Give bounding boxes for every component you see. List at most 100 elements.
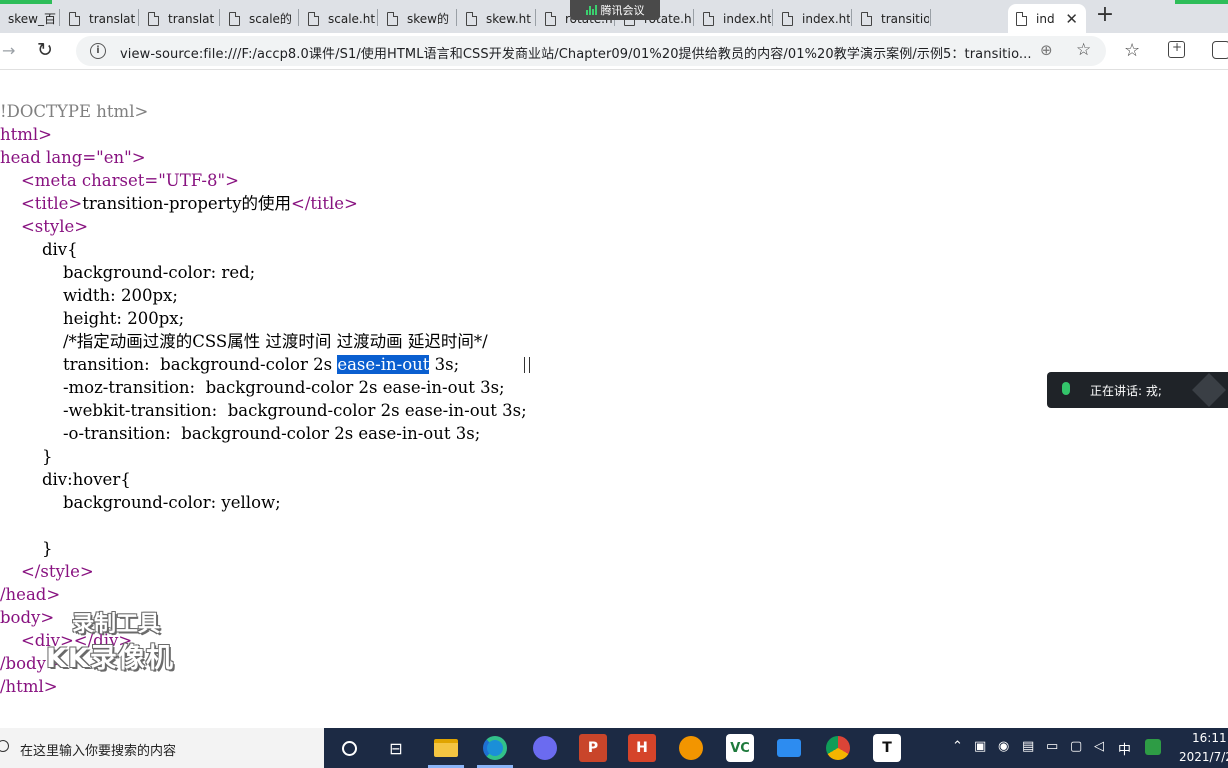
- source-text: div:hover{: [0, 470, 131, 489]
- vc-icon[interactable]: VC: [726, 734, 754, 762]
- tab-transition[interactable]: transitio: [853, 4, 929, 33]
- profile-icon[interactable]: [1212, 41, 1228, 59]
- source-text: height: 200px;: [0, 309, 185, 328]
- tab-skew-html[interactable]: skew.ht: [458, 4, 534, 33]
- tray-app-icon[interactable]: ▤: [1022, 739, 1034, 754]
- close-icon[interactable]: ✕: [1065, 10, 1078, 28]
- tab-separator: [298, 9, 299, 26]
- source-line: height: 200px;: [0, 307, 184, 330]
- page-icon: [308, 11, 319, 26]
- add-favorite-icon[interactable]: ☆: [1076, 40, 1091, 60]
- app-icon[interactable]: [775, 734, 803, 762]
- tab-skew-baidu[interactable]: skew_百: [0, 4, 58, 33]
- task-view-icon[interactable]: ⊟: [382, 734, 410, 762]
- tab-translate-1[interactable]: translat: [61, 4, 137, 33]
- collections-icon[interactable]: [1168, 40, 1185, 58]
- new-tab-button[interactable]: +: [1094, 4, 1116, 28]
- microphone-icon: [1062, 382, 1070, 395]
- source-tag: </style>: [20, 562, 94, 581]
- source-text: /html>: [0, 677, 58, 696]
- tab-label: scale.ht: [328, 11, 376, 26]
- search-icon: [0, 740, 9, 752]
- powerpoint-icon[interactable]: P: [579, 734, 607, 762]
- reload-icon[interactable]: ↻: [37, 39, 53, 61]
- taskbar-search[interactable]: 在这里输入你要搜索的内容: [0, 728, 324, 768]
- source-text: -moz-transition: background-color 2s eas…: [0, 378, 505, 397]
- chevron-up-icon[interactable]: ⌃: [952, 739, 963, 754]
- tray-app-icon[interactable]: [1145, 739, 1161, 755]
- source-text: }: [0, 539, 53, 558]
- source-line: body>: [0, 606, 54, 629]
- meeting-label: 腾讯会议: [600, 4, 645, 17]
- source-text: head lang="en">: [0, 148, 146, 167]
- clock-date[interactable]: 2021/7/2: [1179, 750, 1228, 764]
- zoom-icon[interactable]: ⊕: [1040, 41, 1053, 59]
- page-icon: [148, 11, 159, 26]
- audio-level-icon: [585, 5, 597, 15]
- volume-icon[interactable]: ◁: [1094, 739, 1104, 754]
- kk-recorder-icon[interactable]: [677, 734, 705, 762]
- selected-text[interactable]: ease-in-out: [337, 355, 430, 374]
- source-line: /*指定动画过渡的CSS属性 过渡时间 过渡动画 延迟时间*/: [0, 330, 488, 353]
- favorites-icon[interactable]: ☆: [1124, 40, 1140, 61]
- source-line: -o-transition: background-color 2s ease-…: [0, 422, 480, 445]
- tray-app-icon[interactable]: ◉: [998, 739, 1009, 754]
- tab-separator: [693, 9, 694, 26]
- tab-separator: [377, 9, 378, 26]
- typora-icon[interactable]: T: [873, 734, 901, 762]
- page-icon: [861, 11, 872, 26]
- source-text: width: 200px;: [0, 286, 178, 305]
- tab-separator: [59, 9, 60, 26]
- tab-label: index.ht: [802, 11, 850, 26]
- source-line: head lang="en">: [0, 146, 146, 169]
- source-line: html>: [0, 123, 52, 146]
- tab-translate-2[interactable]: translat: [140, 4, 218, 33]
- tab-index-2[interactable]: index.ht: [774, 4, 850, 33]
- back-arrow-icon[interactable]: →: [2, 41, 15, 60]
- source-text: 3s;: [429, 355, 460, 374]
- page-icon: [387, 11, 398, 26]
- source-text: /head>: [0, 585, 61, 604]
- address-bar[interactable]: i view-source:file:///F:/accp8.0课件/S1/使用…: [76, 36, 1106, 66]
- tab-skew-doc[interactable]: skew的: [379, 4, 455, 33]
- source-line: </style>: [0, 560, 94, 583]
- source-line: }: [0, 445, 53, 468]
- cortana-icon[interactable]: [335, 734, 363, 762]
- source-text: !DOCTYPE html>: [0, 102, 149, 121]
- text-cursor-icon: [524, 357, 530, 373]
- network-icon[interactable]: ▢: [1070, 739, 1082, 754]
- edge-icon[interactable]: [481, 734, 509, 762]
- tray-app-icon[interactable]: ▭: [1046, 739, 1058, 754]
- source-text: html>: [0, 125, 53, 144]
- tab-separator: [930, 9, 931, 26]
- source-line: <meta charset="UTF-8">: [0, 169, 239, 192]
- tab-separator: [138, 9, 139, 26]
- input-method-indicator[interactable]: 中: [1118, 739, 1131, 758]
- indicator-strip: [1175, 0, 1228, 4]
- source-text: div{: [0, 240, 78, 259]
- tray-app-icon[interactable]: ▣: [974, 739, 986, 754]
- page-icon: [1016, 11, 1027, 26]
- tab-index-active[interactable]: ind ✕: [1008, 4, 1086, 33]
- app-icon[interactable]: [531, 734, 559, 762]
- url-text[interactable]: view-source:file:///F:/accp8.0课件/S1/使用HT…: [120, 43, 1032, 62]
- source-text: /*指定动画过渡的CSS属性 过渡时间 过渡动画 延迟时间*/: [0, 332, 488, 351]
- taskbar: 在这里输入你要搜索的内容 ⊟ P H VC T ⌃ ▣ ◉ ▤ ▭ ▢ ◁ 中 …: [0, 728, 1228, 768]
- chrome-icon[interactable]: [824, 734, 852, 762]
- source-text: [0, 217, 21, 236]
- tab-separator: [772, 9, 773, 26]
- hbuilder-icon[interactable]: H: [628, 734, 656, 762]
- info-icon[interactable]: i: [90, 43, 106, 59]
- tab-scale-html[interactable]: scale.ht: [300, 4, 376, 33]
- source-line: width: 200px;: [0, 284, 178, 307]
- clock-time[interactable]: 16:11: [1192, 731, 1227, 745]
- tab-index-1[interactable]: index.ht: [695, 4, 771, 33]
- tab-scale-doc[interactable]: scale的: [221, 4, 297, 33]
- tab-label: translat: [168, 11, 215, 26]
- voice-notification: 正在讲话: 戎;: [1047, 372, 1228, 408]
- file-explorer-icon[interactable]: [432, 734, 460, 762]
- meeting-overlay[interactable]: 腾讯会议: [570, 0, 660, 20]
- tab-separator: [456, 9, 457, 26]
- watermark-line1: 录制工具: [72, 612, 161, 637]
- source-tag: <style>: [20, 217, 89, 236]
